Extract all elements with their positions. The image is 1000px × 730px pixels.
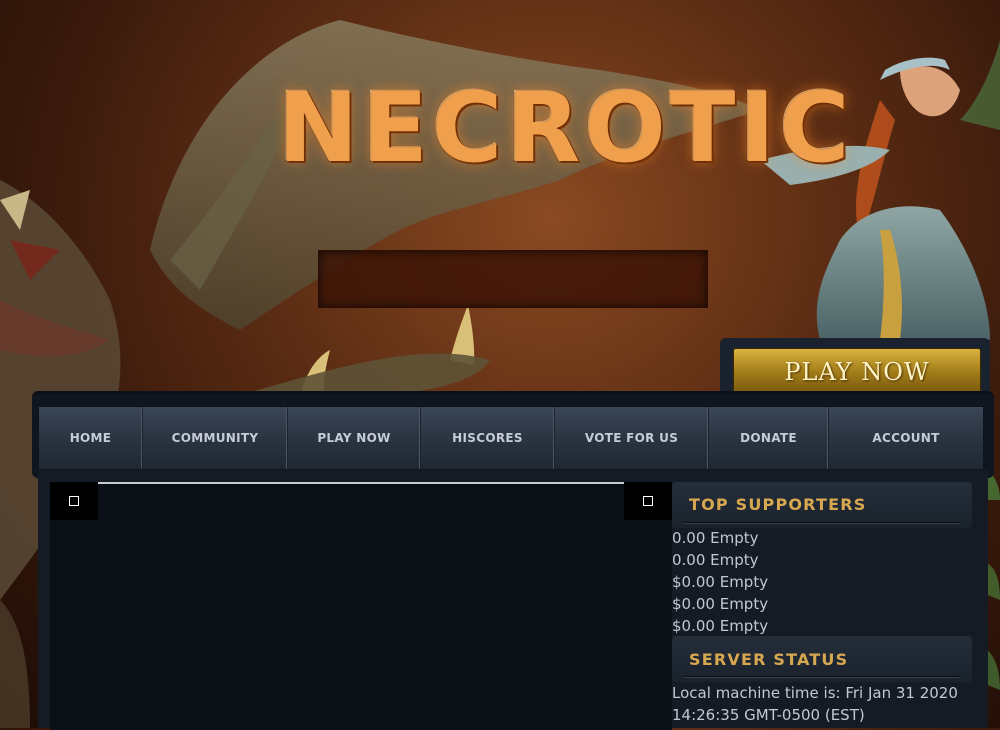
server-time-line: 14:26:35 GMT-0500 (EST) [672,706,865,724]
server-status-body: Local machine time is: Fri Jan 31 2020 1… [672,682,972,726]
corner-left [50,482,98,520]
list-item: 0.00 Empty [672,551,759,569]
square-icon [69,496,79,506]
server-time-line: Local machine time is: Fri Jan 31 2020 [672,684,958,702]
top-supporters-list: 0.00 Empty 0.00 Empty $0.00 Empty $0.00 … [672,527,972,637]
main-navigation: HOME COMMUNITY PLAY NOW HISCORES VOTE FO… [38,406,984,470]
corner-right [624,482,672,520]
nav-vote-for-us[interactable]: VOTE FOR US [555,407,709,469]
list-item: $0.00 Empty [672,617,769,635]
list-item: 0.00 Empty [672,529,759,547]
banner-box [318,250,708,308]
nav-donate[interactable]: DONATE [709,407,829,469]
top-supporters-header: TOP SUPPORTERS [672,482,972,528]
nav-hiscores[interactable]: HISCORES [421,407,555,469]
main-content-panel [50,482,672,730]
server-status-header: SERVER STATUS [672,636,972,682]
divider [684,522,959,523]
list-item: $0.00 Empty [672,573,769,591]
nav-home[interactable]: HOME [39,407,143,469]
server-status-title: SERVER STATUS [689,650,849,669]
square-icon [643,496,653,506]
nav-play-now[interactable]: PLAY NOW [288,407,421,469]
nav-community[interactable]: COMMUNITY [143,407,288,469]
divider [684,676,959,677]
top-supporters-title: TOP SUPPORTERS [689,495,867,514]
nav-account[interactable]: ACCOUNT [829,407,983,469]
list-item: $0.00 Empty [672,595,769,613]
site-logo[interactable]: NECROTIC [278,78,918,178]
play-now-button[interactable]: PLAY NOW [733,348,981,394]
